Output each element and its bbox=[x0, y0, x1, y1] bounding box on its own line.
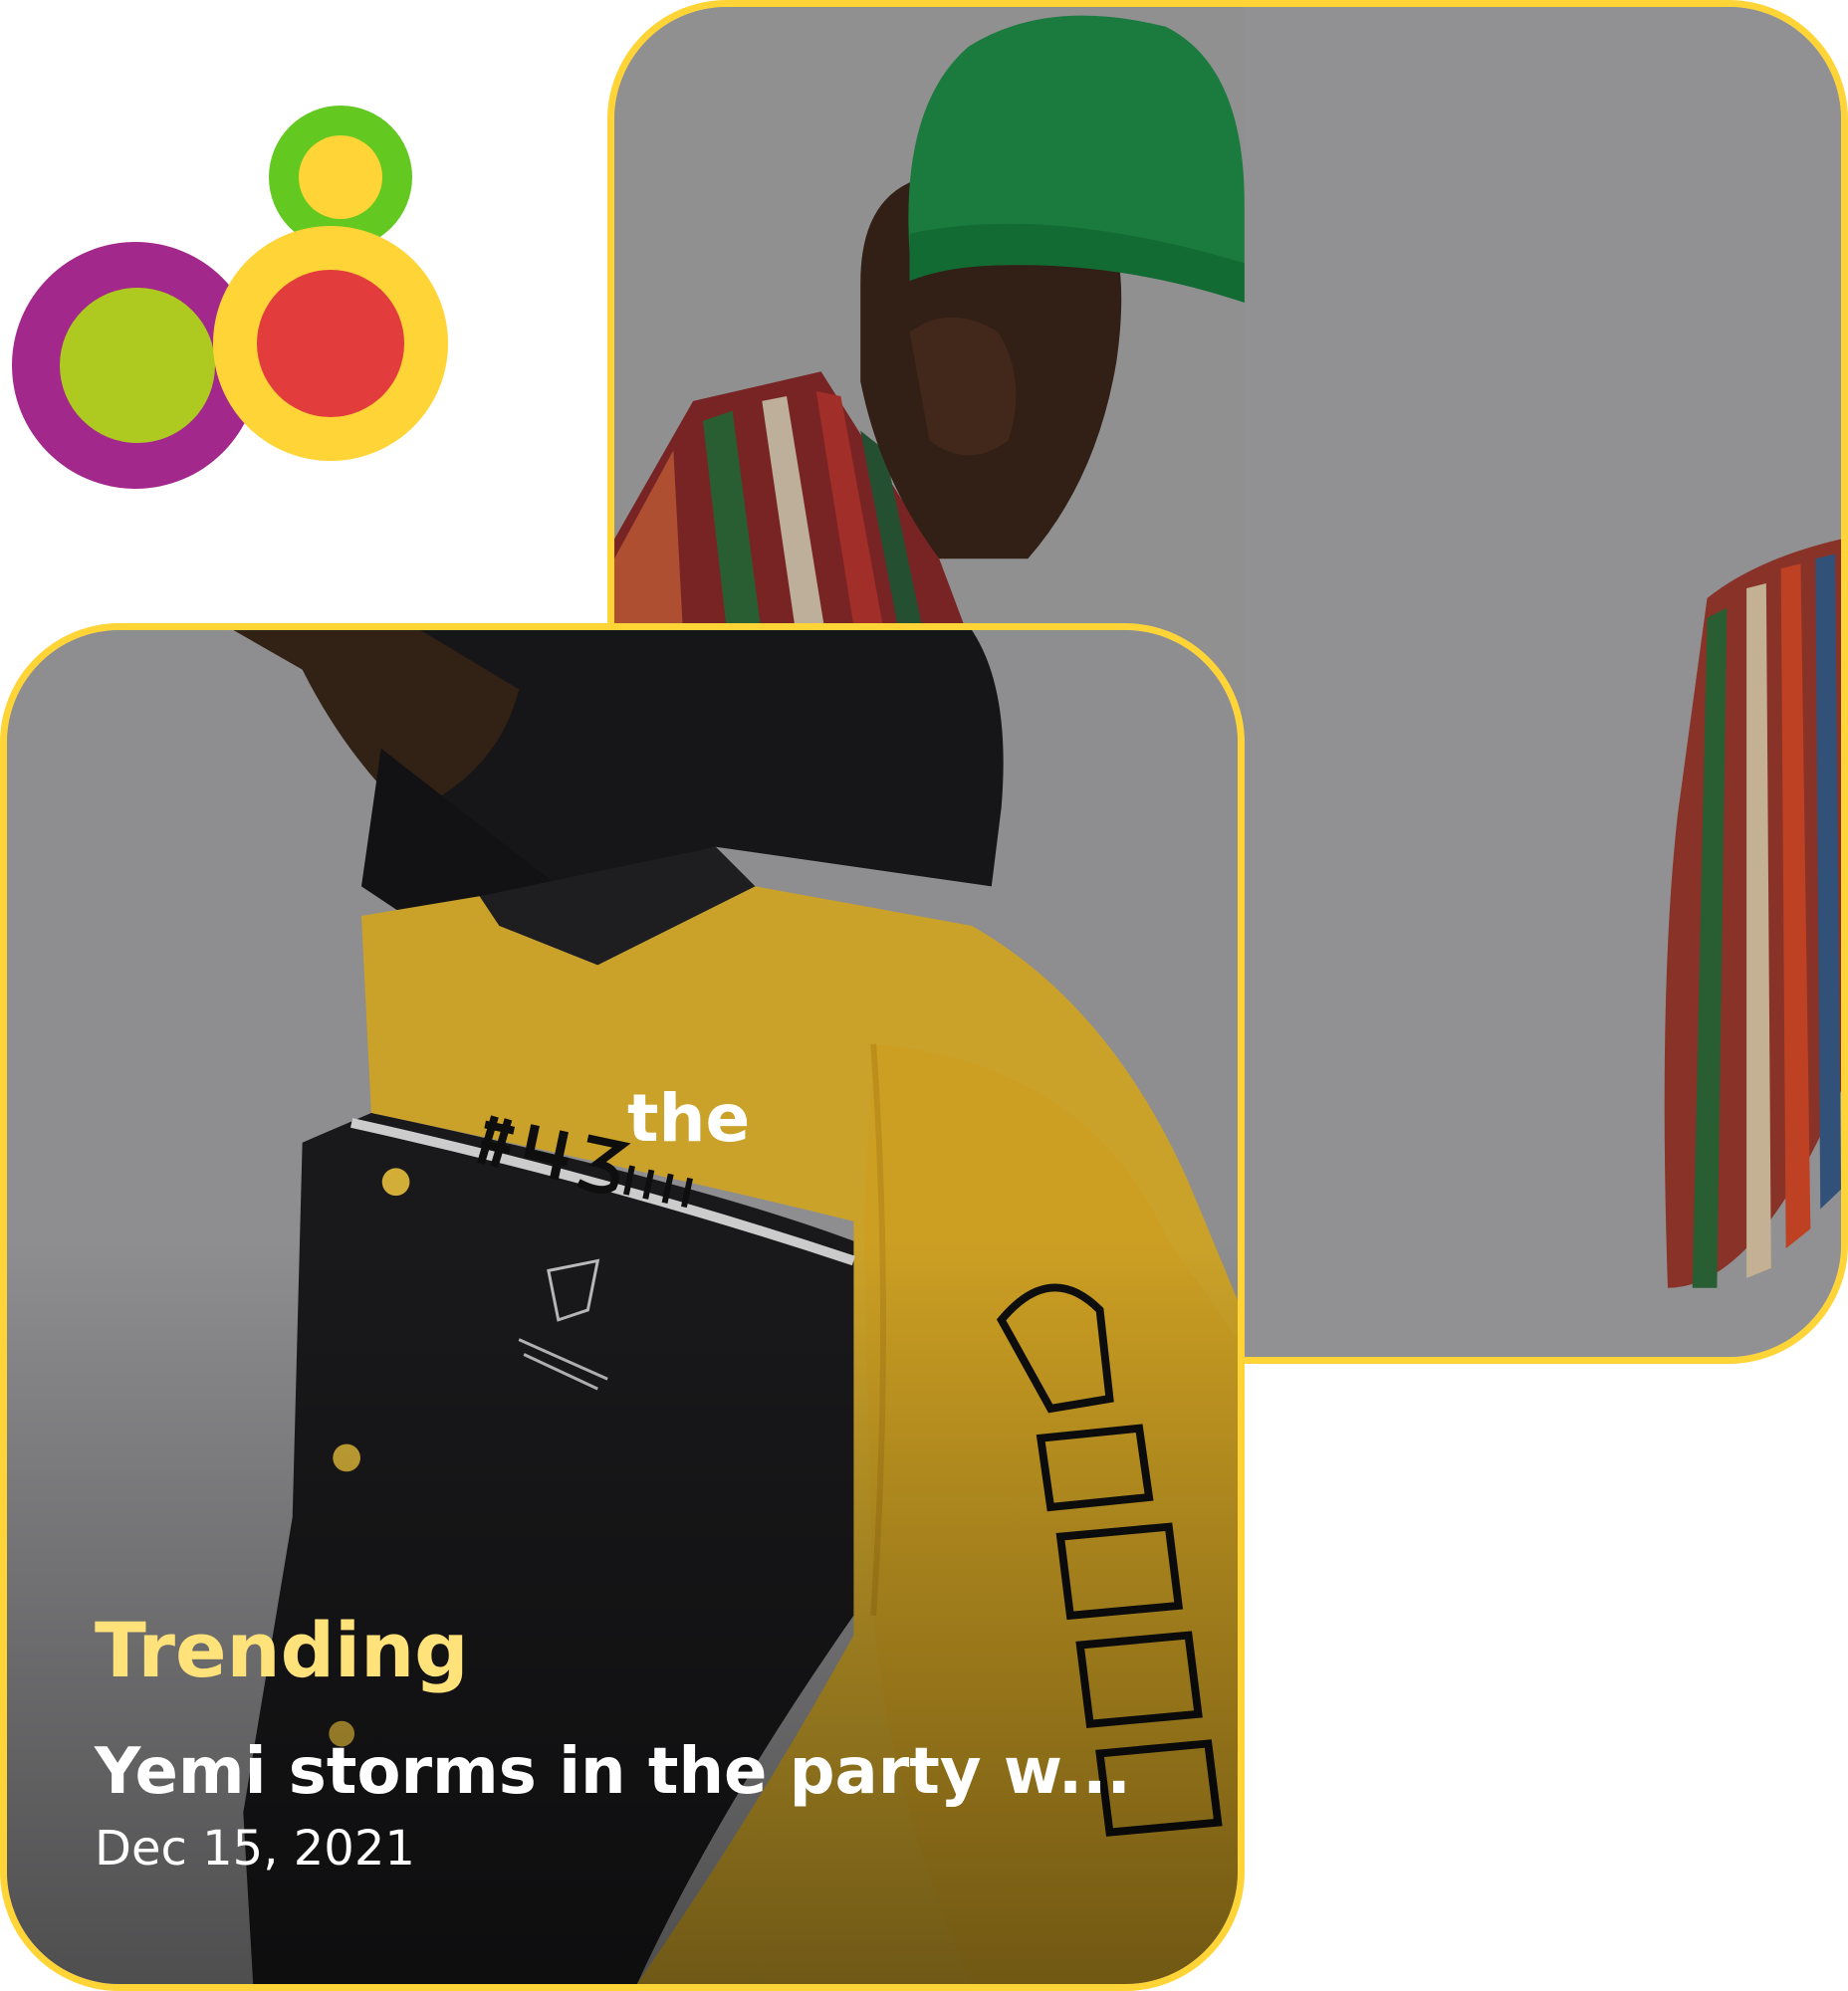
story-category-label: Trending bbox=[95, 1606, 469, 1694]
back-card-headline-fragment: the bbox=[627, 1080, 751, 1157]
story-date: Dec 15, 2021 bbox=[95, 1821, 415, 1877]
logo-red-dot bbox=[257, 270, 404, 417]
logo-yellow-dot-small bbox=[299, 135, 382, 219]
logo-lime-dot bbox=[60, 288, 215, 443]
story-card-front[interactable]: Trending Yemi storms in the party w... D… bbox=[0, 623, 1245, 1991]
trending-carousel: the Trending Yemi storms in the party w.… bbox=[0, 0, 1848, 1991]
four-circles-logo bbox=[12, 106, 448, 489]
story-headline[interactable]: Yemi storms in the party w... bbox=[95, 1735, 1131, 1809]
